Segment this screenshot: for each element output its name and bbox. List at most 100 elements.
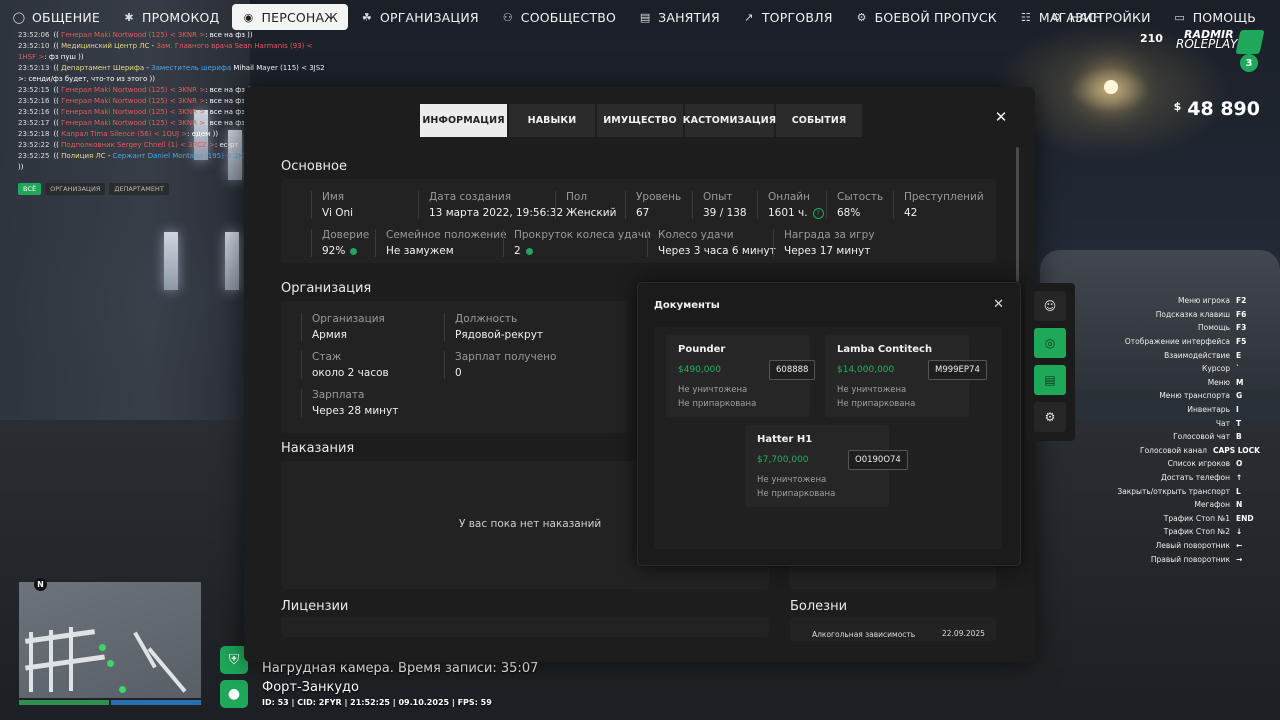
user-circle-icon: ◉ — [243, 10, 254, 24]
info-field: Прокруток колеса удачи 2 — [503, 229, 651, 257]
vehicle-price: $14,000,000 — [837, 365, 895, 375]
hotkey-row: Подсказка клавиш F6 — [1070, 308, 1260, 322]
field-value-text: 92% — [322, 245, 346, 257]
tab-1[interactable]: НАВЫКИ — [509, 104, 595, 137]
field-value-text: Женский — [566, 207, 617, 219]
field-label: Опыт — [703, 191, 733, 203]
chat-text: Заместитель шерифа — [151, 64, 232, 72]
field-value: Через 28 минут — [312, 405, 398, 417]
field-value-text: Армия — [312, 329, 347, 341]
vehicle-document-icon: ▤ — [1044, 373, 1056, 387]
documents-list: Pounder $490,000 608888 Не уничтожена Не при… — [654, 327, 1002, 549]
hotkey-row: Трафик Стоп №1 END — [1070, 512, 1260, 526]
health-armor-bars — [19, 700, 201, 705]
chat-tab[interactable]: ВСЁ — [18, 183, 42, 195]
vehicle-card[interactable]: Hatter H1 $7,700,000 O0190O74 Не уничтожена… — [745, 425, 908, 507]
chat-bubble-icon: ◯ — [12, 10, 26, 24]
nav-item-person[interactable]: ✱ ПРОМОКОД — [112, 4, 229, 30]
field-value: Женский — [566, 207, 616, 219]
hotkey-label: Взаимодействие — [1164, 350, 1230, 360]
info-field: Зарплат получено 0 — [444, 351, 556, 379]
top-navigation-bar: ◯ ОБЩЕНИЕ ✱ ПРОМОКОД ◉ ПЕРСОНАЖ ☘ ОРГАНИЗАЦИЯ ⚇ С… — [0, 0, 1280, 34]
field-value-text: 2 — [514, 245, 521, 257]
panel-scrollbar[interactable] — [1016, 147, 1019, 282]
info-field: Семейное положение Не замужем — [375, 229, 507, 257]
field-value-text: 42 — [904, 207, 918, 219]
field-label: Награда за игру — [784, 229, 875, 241]
hotkey-row: Меню игрока F2 — [1070, 294, 1260, 308]
tab-0[interactable]: ИНФОРМАЦИЯ — [420, 104, 507, 137]
server-number-badge: 3 — [1240, 54, 1258, 72]
field-value: Через 3 часа 6 минут — [658, 245, 776, 257]
section-title-licenses: Лицензии — [281, 599, 349, 614]
gear-star-icon: ⚙ — [856, 10, 867, 24]
minimap-road — [69, 627, 73, 691]
vehicle-card[interactable]: Pounder $490,000 608888 Не уничтожена Не при… — [666, 335, 816, 417]
chat-text: (( — [53, 97, 62, 105]
info-field: Награда за игру Через 17 минут — [773, 229, 875, 257]
info-field: Уровень 67 — [625, 191, 681, 219]
minimap-road — [24, 629, 96, 644]
vehicle-card[interactable]: Lamba Contitech $14,000,000 M999EP74 Не уни… — [825, 335, 987, 417]
vehicle-price: $490,000 — [678, 365, 721, 375]
vehicle-parked-status: Не припаркована — [837, 399, 916, 409]
field-value: 1601 ч.? — [768, 207, 824, 219]
field-label: Зарплат получено — [455, 351, 557, 363]
chat-text: Капрал Tima Silence (56) < 1QUJ > — [61, 130, 188, 138]
info-field: Дата создания 13 марта 2022, 19:56:32 — [418, 191, 563, 219]
close-documents-button[interactable]: ✕ — [993, 297, 1004, 312]
field-value-text: 68% — [837, 207, 861, 219]
microphone-icon: ● — [227, 686, 241, 702]
hotkey-row: Помощь F3 — [1070, 321, 1260, 335]
tab-3[interactable]: КАСТОМИЗАЦИЯ — [683, 104, 776, 137]
field-value: 68% — [837, 207, 883, 219]
hotkey-row: Трафик Стоп №2 ↓ — [1070, 525, 1260, 539]
field-label: Зарплата — [312, 389, 365, 401]
minimap-road — [49, 630, 53, 692]
hotkey-row: Инвентарь I — [1070, 403, 1260, 417]
info-field: Опыт 39 / 138 — [692, 191, 747, 219]
field-label: Сытость — [837, 191, 884, 203]
tab-2[interactable]: ИМУЩЕСТВО — [597, 104, 683, 137]
nav-item-user-circle[interactable]: ◉ ПЕРСОНАЖ — [231, 4, 348, 30]
background-window — [164, 232, 178, 290]
nav-item-gear-star[interactable]: ⚙ БОЕВОЙ ПРОПУСК — [845, 4, 1007, 30]
hotkey-key: F5 — [1236, 337, 1247, 347]
nav-item-book[interactable]: ▤ ЗАНЯТИЯ — [628, 4, 730, 30]
field-value-text: Не замужем — [386, 245, 454, 257]
chat-text: : едем )) — [187, 130, 219, 138]
nav-item-organization[interactable]: ☘ ОРГАНИЗАЦИЯ — [350, 4, 489, 30]
field-value-text: 67 — [636, 207, 650, 219]
microphone-hud-button[interactable]: ● — [220, 680, 248, 708]
chat-text: Полиция ЛС — [61, 152, 106, 160]
tab-4[interactable]: СОБЫТИЯ — [776, 104, 862, 137]
side-button-vehicle-document[interactable]: ▤ — [1034, 365, 1066, 395]
chat-line: 23:52:13(( Департамент Шерифа - Заместит… — [18, 63, 348, 74]
nav-item-help-chat[interactable]: ▭ ПОМОЩЬ — [1163, 4, 1266, 30]
side-button-steering-wheel[interactable]: ◎ — [1034, 328, 1066, 358]
online-count: 210 — [1140, 32, 1163, 45]
nav-item-label: ПОМОЩЬ — [1192, 9, 1256, 25]
info-field: Организация Армия — [301, 313, 385, 341]
info-field: Стаж около 2 часов — [301, 351, 389, 379]
steering-wheel-icon: ◎ — [1044, 336, 1056, 350]
search-gear-icon: ⚙ — [1044, 410, 1056, 424]
close-panel-button[interactable]: ✕ — [994, 110, 1008, 125]
vehicle-plate: M999EP74 — [928, 360, 987, 380]
nav-item-settings[interactable]: ⚙ НАСТРОЙКИ — [1040, 4, 1161, 30]
side-button-user[interactable]: ☺ — [1034, 291, 1066, 321]
hotkey-label: Подсказка клавиш — [1155, 309, 1230, 319]
chat-tab[interactable]: ДЕПАРТАМЕНТ — [109, 183, 169, 195]
question-icon[interactable]: ? — [812, 207, 824, 219]
chat-tab[interactable]: ОРГАНИЗАЦИЯ — [45, 183, 106, 195]
nav-item-community[interactable]: ⚇ СООБЩЕСТВО — [491, 4, 626, 30]
vehicle-plate: O0190O74 — [848, 450, 908, 470]
nav-item-chart[interactable]: ↗ ТОРГОВЛЯ — [732, 4, 843, 30]
hotkey-key: I — [1236, 405, 1239, 415]
field-value: 42 — [904, 207, 984, 219]
hotkey-row: Закрыть/открыть транспорт L — [1070, 484, 1260, 498]
nav-item-chat-bubble[interactable]: ◯ ОБЩЕНИЕ — [2, 4, 110, 30]
side-button-search-gear[interactable]: ⚙ — [1034, 402, 1066, 432]
field-value-text: 1601 ч. — [768, 207, 808, 219]
chat-text: : фз пуш )) — [44, 53, 84, 61]
